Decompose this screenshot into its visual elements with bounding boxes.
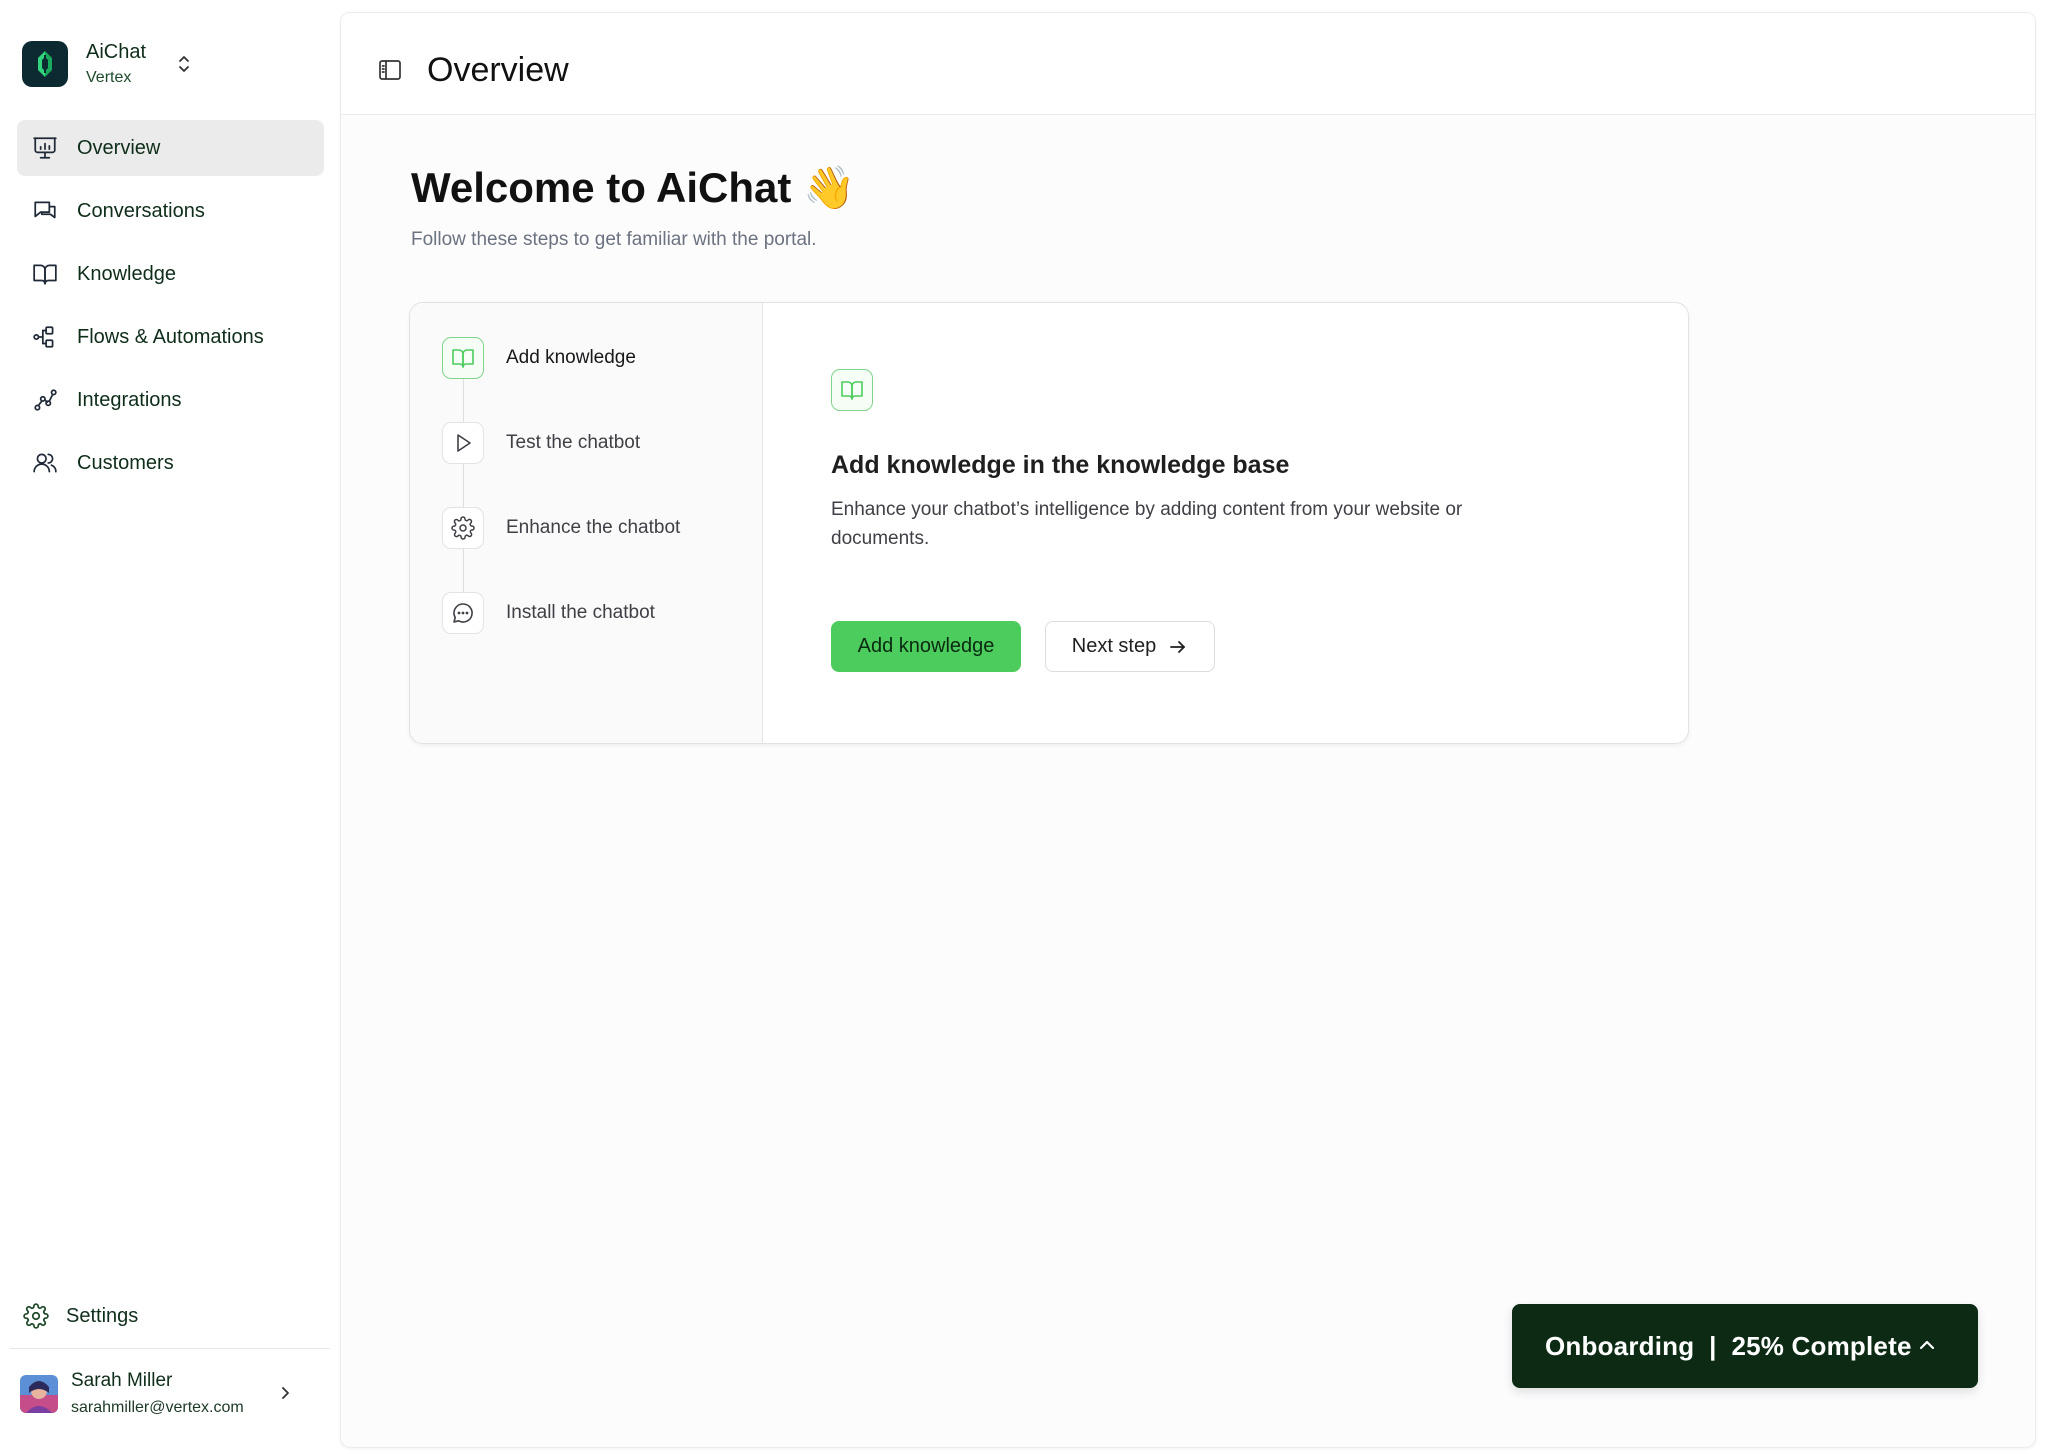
user-email: sarahmiller@vertex.com: [71, 1399, 244, 1416]
open-book-icon: [442, 337, 484, 379]
next-step-button[interactable]: Next step: [1045, 621, 1215, 672]
sidebar-item-overview[interactable]: Overview: [17, 120, 324, 176]
chevron-up-down-icon: [174, 52, 194, 76]
chevron-right-icon: [278, 1384, 292, 1407]
step-test-chatbot[interactable]: Test the chatbot: [442, 421, 640, 465]
sidebar-item-conversations[interactable]: Conversations: [17, 183, 324, 239]
sidebar-item-label: Integrations: [77, 388, 182, 411]
chat-bubbles-icon: [31, 197, 59, 225]
next-step-label: Next step: [1071, 635, 1157, 657]
brand-logo: [22, 41, 68, 87]
step-enhance-chatbot[interactable]: Enhance the chatbot: [442, 506, 680, 550]
steps-list: Add knowledge Test the chatbot Enhance t…: [410, 303, 763, 743]
user-name: Sarah Miller: [71, 1370, 173, 1391]
open-book-icon: [831, 369, 873, 411]
main-header: Overview: [341, 13, 2035, 115]
sidebar-item-label: Conversations: [77, 199, 205, 222]
step-add-knowledge[interactable]: Add knowledge: [442, 336, 636, 380]
avatar: [20, 1375, 58, 1413]
onboarding-card: Add knowledge Test the chatbot Enhance t…: [409, 302, 1689, 744]
sidebar-toggle-icon[interactable]: [377, 57, 403, 83]
welcome-title: Welcome to AiChat 👋: [411, 164, 856, 211]
step-detail-description: Enhance your chatbot’s intelligence by a…: [831, 499, 1463, 549]
app-root: AiChat Vertex Overview Conversations Kno…: [0, 0, 2048, 1456]
sidebar-item-label: Overview: [77, 136, 161, 159]
add-knowledge-button[interactable]: Add knowledge: [831, 621, 1021, 672]
onboarding-progress-label: Onboarding | 25% Complete: [1545, 1330, 1912, 1361]
onboarding-progress-toggle[interactable]: Onboarding | 25% Complete: [1512, 1304, 1978, 1388]
step-label: Test the chatbot: [506, 432, 641, 453]
step-install-chatbot[interactable]: Install the chatbot: [442, 591, 655, 635]
main-panel: Overview Welcome to AiChat 👋 Follow thes…: [340, 12, 2036, 1448]
page-title: Overview: [427, 51, 569, 89]
step-label: Install the chatbot: [506, 602, 655, 623]
sidebar-item-integrations[interactable]: Integrations: [17, 372, 324, 428]
gear-icon: [442, 507, 484, 549]
chevron-up-icon: [1916, 1334, 1938, 1361]
settings-label: Settings: [66, 1304, 139, 1327]
sidebar-divider: [10, 1348, 330, 1349]
sidebar: AiChat Vertex Overview Conversations Kno…: [0, 0, 340, 1456]
brand-name: AiChat: [86, 41, 147, 63]
sidebar-item-label: Knowledge: [77, 262, 176, 285]
welcome-subtitle: Follow these steps to get familiar with …: [411, 229, 817, 250]
brand-org: Vertex: [86, 69, 132, 86]
sidebar-item-knowledge[interactable]: Knowledge: [17, 246, 324, 302]
workspace-switcher[interactable]: AiChat Vertex: [22, 38, 322, 90]
step-detail: Add knowledge in the knowledge base Enha…: [763, 303, 1688, 743]
connected-nodes-icon: [31, 386, 59, 414]
step-label: Enhance the chatbot: [506, 517, 681, 538]
sidebar-item-label: Customers: [77, 451, 174, 474]
gear-icon: [22, 1302, 50, 1330]
sidebar-item-label: Flows & Automations: [77, 325, 264, 348]
arrow-right-icon: [1168, 637, 1188, 657]
play-icon: [442, 422, 484, 464]
sidebar-item-flows-automations[interactable]: Flows & Automations: [17, 309, 324, 365]
presentation-board-icon: [31, 134, 59, 162]
steps-connector: [463, 379, 464, 611]
sidebar-nav: Overview Conversations Knowledge Flows &…: [17, 120, 324, 498]
sidebar-item-settings[interactable]: Settings: [22, 1296, 138, 1336]
step-label: Add knowledge: [506, 347, 636, 368]
user-profile-menu[interactable]: Sarah Miller sarahmiller@vertex.com: [20, 1364, 300, 1424]
chat-dots-icon: [442, 592, 484, 634]
users-icon: [31, 449, 59, 477]
step-detail-title: Add knowledge in the knowledge base: [831, 451, 1290, 479]
sidebar-item-customers[interactable]: Customers: [17, 435, 324, 491]
flow-nodes-icon: [31, 323, 59, 351]
open-book-icon: [31, 260, 59, 288]
